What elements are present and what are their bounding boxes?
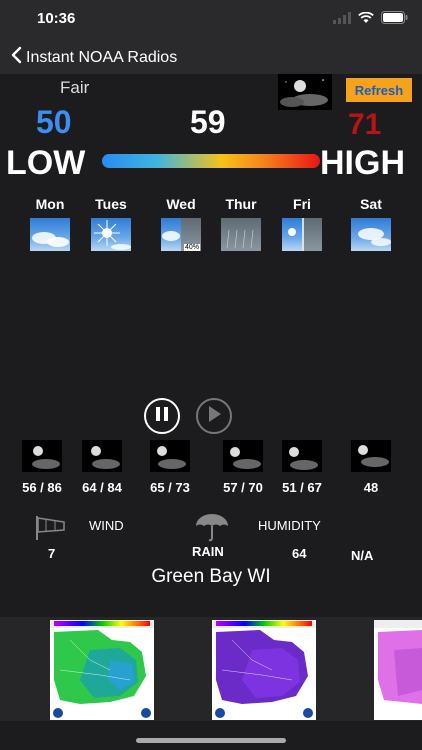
night-partly-cloudy-icon <box>22 440 62 472</box>
day-label: Wed <box>166 196 196 212</box>
pause-icon <box>155 406 169 427</box>
battery-icon <box>381 11 408 29</box>
low-temp: 50 <box>36 104 72 140</box>
conditions-row: WIND 7 RAIN HUMIDITY 64 N/A <box>0 512 422 568</box>
hourly-forecast: 56 / 86 64 / 84 65 / 73 57 / 70 51 / 67 … <box>0 440 422 500</box>
day-label: Mon <box>35 196 65 212</box>
signal-icon <box>333 11 351 29</box>
wind-value: 7 <box>48 546 56 561</box>
partly-cloudy-icon <box>351 218 391 251</box>
night-partly-cloudy-icon <box>278 74 332 110</box>
night-partly-cloudy-icon <box>82 440 122 472</box>
hourly-temps: 65 / 73 <box>150 480 190 495</box>
map-strip[interactable] <box>0 617 422 721</box>
hourly-item[interactable]: 57 / 70 <box>213 440 273 495</box>
night-partly-cloudy-icon <box>223 440 263 472</box>
day-forecast[interactable]: Mon <box>28 196 72 251</box>
clear-rain-icon <box>282 218 322 251</box>
hourly-item[interactable]: 64 / 84 <box>72 440 132 495</box>
hourly-item[interactable]: 48 <box>341 440 401 495</box>
temperature-gradient-bar <box>102 154 320 168</box>
partly-cloudy-rain-icon: 40% <box>161 218 201 251</box>
hourly-item[interactable]: 65 / 73 <box>140 440 200 495</box>
hourly-temps: 57 / 70 <box>223 480 263 495</box>
precip-chance: 40% <box>183 244 200 251</box>
low-label: LOW <box>6 144 86 182</box>
wifi-icon <box>358 11 374 29</box>
day-label: Fri <box>293 196 311 212</box>
status-bar: 10:36 <box>0 0 422 38</box>
status-icons <box>333 11 408 29</box>
day-forecast[interactable]: Sat <box>349 196 393 251</box>
chevron-left-icon <box>10 46 22 69</box>
night-partly-cloudy-icon <box>351 440 391 472</box>
umbrella-icon <box>194 512 230 547</box>
hourly-temps: 64 / 84 <box>82 480 122 495</box>
refresh-button[interactable]: Refresh <box>346 78 412 102</box>
windsock-icon <box>34 514 68 545</box>
home-indicator[interactable] <box>136 738 286 743</box>
nav-bar: Instant NOAA Radios <box>0 38 422 74</box>
day-forecast[interactable]: Wed 40% <box>159 196 203 251</box>
condition-text: Fair <box>60 78 90 97</box>
day-label: Tues <box>95 196 127 212</box>
back-label: Instant NOAA Radios <box>26 48 178 66</box>
humidity-value: 64 <box>292 546 307 561</box>
high-temp: 71 <box>348 108 382 141</box>
play-icon <box>206 405 222 428</box>
day-label: Sat <box>360 196 382 212</box>
day-label: Thur <box>225 196 257 212</box>
humidity-label: HUMIDITY <box>258 518 321 533</box>
day-forecast[interactable]: Tues <box>89 196 133 251</box>
partly-cloudy-icon <box>30 218 70 251</box>
hourly-temps: 56 / 86 <box>22 480 62 495</box>
temperature-map[interactable] <box>50 620 154 720</box>
temperature-map[interactable] <box>374 620 422 720</box>
status-time: 10:36 <box>37 10 76 27</box>
night-partly-cloudy-icon <box>282 440 322 472</box>
rain-icon <box>221 218 261 251</box>
play-button[interactable] <box>196 398 232 434</box>
current-temp: 59 <box>190 104 226 140</box>
day-forecast[interactable]: Fri <box>280 196 324 251</box>
rain-label: RAIN <box>192 544 224 559</box>
night-partly-cloudy-icon <box>150 440 190 472</box>
high-label: HIGH <box>320 144 405 182</box>
hourly-item[interactable]: 51 / 67 <box>272 440 332 495</box>
back-button[interactable]: Instant NOAA Radios <box>10 46 177 69</box>
rain-value: N/A <box>351 548 374 563</box>
hourly-temps: 51 / 67 <box>282 480 322 495</box>
location-name: Green Bay WI <box>151 566 271 587</box>
day-forecast[interactable]: Thur <box>219 196 263 251</box>
temperature-map[interactable] <box>212 620 316 720</box>
hourly-temps: 48 <box>363 480 379 495</box>
sunny-icon <box>91 218 131 251</box>
pause-button[interactable] <box>144 398 180 434</box>
hourly-item[interactable]: 56 / 86 <box>12 440 72 495</box>
daily-forecast: Mon Tues Wed 40% Thur Fri Sat <box>0 196 422 256</box>
wind-label: WIND <box>89 518 124 533</box>
